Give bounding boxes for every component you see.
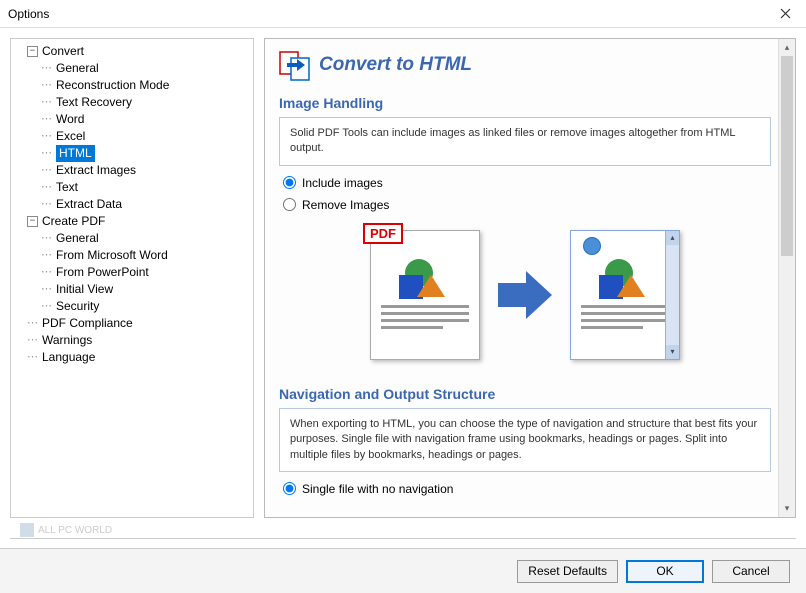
divider bbox=[10, 538, 796, 539]
page-title: Convert to HTML bbox=[319, 54, 472, 76]
tree-node-convert[interactable]: −Convert bbox=[13, 43, 251, 60]
close-icon bbox=[780, 8, 791, 19]
scrollbar-thumb[interactable] bbox=[781, 56, 793, 256]
tree-panel: −Convert ⋯General ⋯Reconstruction Mode ⋯… bbox=[10, 38, 254, 518]
radio-remove-images[interactable]: Remove Images bbox=[283, 198, 771, 212]
tree-node-initial-view[interactable]: ⋯Initial View bbox=[13, 281, 251, 298]
tree-node-extract-data[interactable]: ⋯Extract Data bbox=[13, 196, 251, 213]
tree-node-excel[interactable]: ⋯Excel bbox=[13, 128, 251, 145]
radio-single-file-input[interactable] bbox=[283, 482, 296, 495]
convert-html-icon bbox=[279, 49, 311, 81]
section-image-handling-title: Image Handling bbox=[279, 95, 771, 111]
tree-node-from-ppt[interactable]: ⋯From PowerPoint bbox=[13, 264, 251, 281]
section-navigation-desc: When exporting to HTML, you can choose t… bbox=[279, 408, 771, 472]
scroll-up-arrow-icon[interactable]: ▴ bbox=[779, 39, 795, 56]
tree-node-warnings[interactable]: ⋯Warnings bbox=[13, 332, 251, 349]
html-doc-icon: ▴▾ bbox=[570, 230, 680, 360]
tree-node-from-word[interactable]: ⋯From Microsoft Word bbox=[13, 247, 251, 264]
globe-icon bbox=[583, 237, 601, 255]
vertical-scrollbar[interactable]: ▴ ▾ bbox=[778, 39, 795, 517]
arrow-right-icon bbox=[498, 271, 552, 319]
ok-button[interactable]: OK bbox=[626, 560, 704, 583]
button-bar: Reset Defaults OK Cancel bbox=[0, 548, 806, 593]
tree-node-create-general[interactable]: ⋯General bbox=[13, 230, 251, 247]
collapse-icon[interactable]: − bbox=[27, 216, 38, 227]
reset-defaults-button[interactable]: Reset Defaults bbox=[517, 560, 618, 583]
tree-node-reconstruction[interactable]: ⋯Reconstruction Mode bbox=[13, 77, 251, 94]
tree-node-general[interactable]: ⋯General bbox=[13, 60, 251, 77]
tree-node-extract-images[interactable]: ⋯Extract Images bbox=[13, 162, 251, 179]
settings-panel: Convert to HTML Image Handling Solid PDF… bbox=[264, 38, 796, 518]
watermark: ALL PC WORLD bbox=[20, 523, 112, 537]
tree-node-recovery[interactable]: ⋯Text Recovery bbox=[13, 94, 251, 111]
pdf-doc-icon: PDF bbox=[370, 230, 480, 360]
tree-node-compliance[interactable]: ⋯PDF Compliance bbox=[13, 315, 251, 332]
tree-node-language[interactable]: ⋯Language bbox=[13, 349, 251, 366]
pdf-badge: PDF bbox=[363, 223, 403, 244]
radio-include-images-input[interactable] bbox=[283, 176, 296, 189]
tree-node-text[interactable]: ⋯Text bbox=[13, 179, 251, 196]
titlebar: Options bbox=[0, 0, 806, 28]
page-header: Convert to HTML bbox=[279, 49, 771, 81]
scroll-down-arrow-icon[interactable]: ▾ bbox=[779, 500, 795, 517]
radio-single-file[interactable]: Single file with no navigation bbox=[283, 482, 771, 496]
cancel-button[interactable]: Cancel bbox=[712, 560, 790, 583]
tree-node-word[interactable]: ⋯Word bbox=[13, 111, 251, 128]
radio-remove-images-input[interactable] bbox=[283, 198, 296, 211]
radio-include-images[interactable]: Include images bbox=[283, 176, 771, 190]
tree-node-html[interactable]: ⋯HTML bbox=[13, 145, 251, 162]
tree-node-security[interactable]: ⋯Security bbox=[13, 298, 251, 315]
watermark-icon bbox=[20, 523, 34, 537]
close-button[interactable] bbox=[764, 0, 806, 28]
collapse-icon[interactable]: − bbox=[27, 46, 38, 57]
tree-node-create-pdf[interactable]: −Create PDF bbox=[13, 213, 251, 230]
section-navigation-title: Navigation and Output Structure bbox=[279, 386, 771, 402]
window-title: Options bbox=[8, 7, 49, 21]
section-image-handling-desc: Solid PDF Tools can include images as li… bbox=[279, 117, 771, 166]
mini-scrollbar: ▴▾ bbox=[665, 231, 679, 359]
illustration: PDF ▴▾ bbox=[279, 230, 771, 360]
